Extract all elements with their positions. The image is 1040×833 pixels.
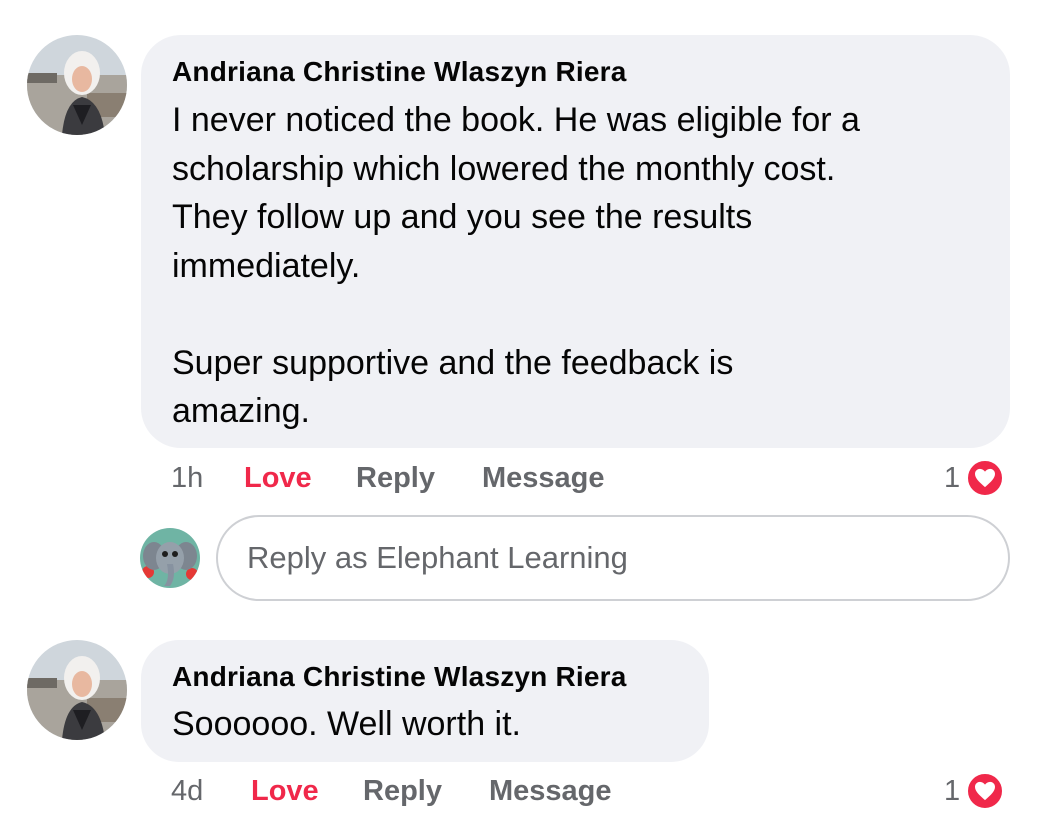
heart-icon xyxy=(966,772,1005,810)
page-avatar xyxy=(140,528,200,588)
reaction-summary[interactable]: 1 xyxy=(944,459,1005,497)
comment-bubble: Andriana Christine Wlaszyn Riera I never… xyxy=(141,35,1010,448)
love-reaction-button[interactable]: Love xyxy=(244,462,312,495)
comment-thread: Andriana Christine Wlaszyn Riera I never… xyxy=(0,0,1040,833)
comment-bubble: Andriana Christine Wlaszyn Riera Soooooo… xyxy=(141,640,709,762)
comment-timestamp[interactable]: 4d xyxy=(171,775,203,808)
reaction-summary[interactable]: 1 xyxy=(944,772,1005,810)
love-reaction-button[interactable]: Love xyxy=(251,775,319,808)
commenter-avatar[interactable] xyxy=(27,640,127,740)
heart-icon xyxy=(966,459,1005,497)
profile-photo-icon xyxy=(27,35,127,135)
comment-author[interactable]: Andriana Christine Wlaszyn Riera xyxy=(172,56,627,88)
comment-paragraph: Soooooo. Well worth it. xyxy=(172,705,521,743)
reply-input[interactable] xyxy=(245,539,1008,577)
reply-button[interactable]: Reply xyxy=(363,775,442,808)
comment-paragraph: I never noticed the book. He was eligibl… xyxy=(172,101,860,285)
comment-text: Soooooo. Well worth it. xyxy=(172,700,702,749)
comment-actions: 1h Love Reply Message xyxy=(171,462,771,498)
comment-text: I never noticed the book. He was eligibl… xyxy=(172,96,1002,436)
reaction-count: 1 xyxy=(944,461,961,494)
message-button[interactable]: Message xyxy=(482,462,605,495)
comment-author[interactable]: Andriana Christine Wlaszyn Riera xyxy=(172,661,627,693)
reaction-count: 1 xyxy=(944,774,961,807)
reply-button[interactable]: Reply xyxy=(356,462,435,495)
elephant-avatar-icon xyxy=(140,528,200,588)
comment-paragraph: Super supportive and the feedback is ama… xyxy=(172,343,734,431)
reply-input-container[interactable] xyxy=(216,515,1010,601)
comment-timestamp[interactable]: 1h xyxy=(171,462,203,495)
comment-actions: 4d Love Reply Message xyxy=(171,775,771,811)
profile-photo-icon xyxy=(27,640,127,740)
message-button[interactable]: Message xyxy=(489,775,612,808)
commenter-avatar[interactable] xyxy=(27,35,127,135)
